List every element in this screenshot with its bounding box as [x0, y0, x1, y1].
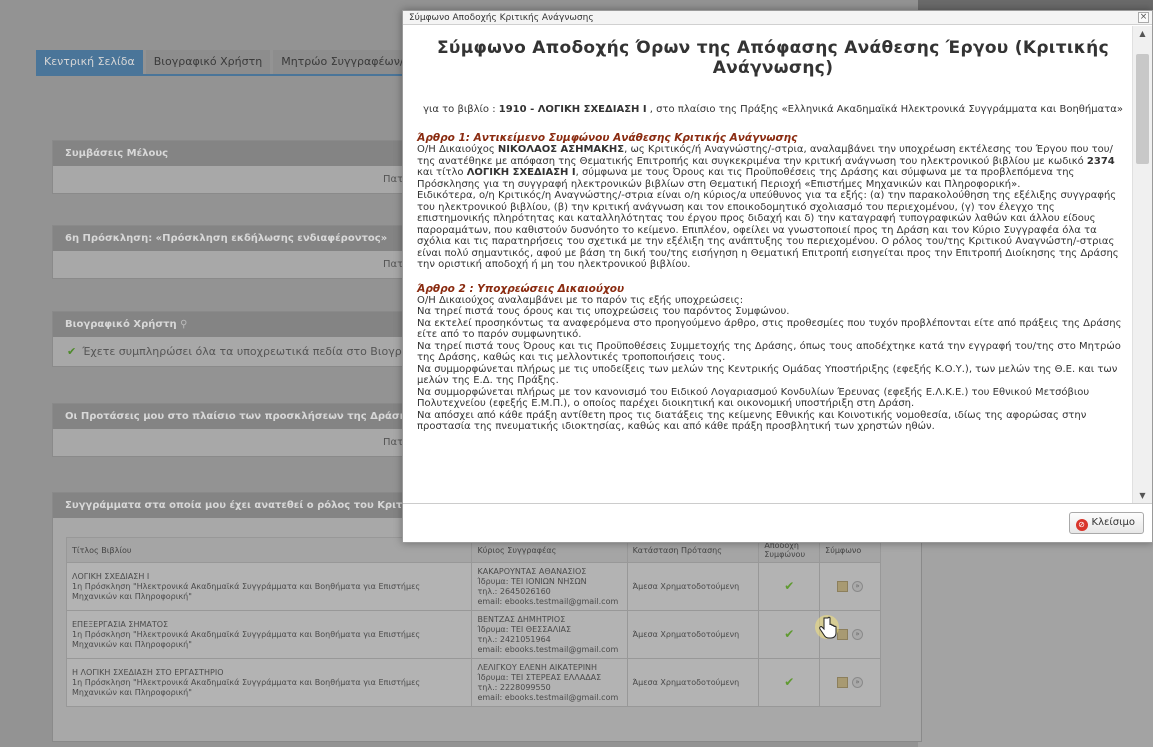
details-icon[interactable]: »: [852, 677, 864, 688]
article-2-text: Ο/Η Δικαιούχος αναλαμβάνει με το παρόν τ…: [417, 294, 1122, 433]
article-1-text: Ο/Η Δικαιούχος ΝΙΚΟΛΑΟΣ ΑΣΗΜΑΚΗΣ, ως Κρι…: [417, 144, 1119, 270]
scroll-down-arrow-icon[interactable]: ▼: [1133, 488, 1152, 504]
tab-home[interactable]: Κεντρική Σελίδα: [36, 50, 143, 74]
dialog-heading: Σύμφωνο Αποδοχής Όρων της Απόφασης Ανάθε…: [437, 38, 1109, 78]
scroll-up-arrow-icon[interactable]: ▲: [1133, 26, 1152, 42]
article-1-title: Άρθρο 1: Αντικείμενο Συμφώνου Ανάθεσης Κ…: [417, 132, 798, 144]
table-row: ΕΠΕΞΕΡΓΑΣΙΑ ΣΗΜΑΤΟΣ 1η Πρόσκληση "Ηλεκτρο…: [65, 610, 881, 659]
dialog-intro: για το βιβλίο : 1910 - ΛΟΓΙΚΗ ΣΧΕΔΙΑΣΗ Ι…: [423, 104, 1123, 115]
panel-body: Έχετε συμπληρώσει όλα τα υποχρεωτικά πεδ…: [82, 345, 402, 358]
table-row: Η ΛΟΓΙΚΗ ΣΧΕΔΙΑΣΗ ΣΤΟ ΕΡΓΑΣΤΗΡΙΟ 1η Πρόσκ…: [65, 658, 881, 707]
agreement-doc-icon[interactable]: [837, 581, 849, 592]
dialog-footer: ⊘ Κλείσιμο: [403, 503, 1152, 542]
close-button[interactable]: ⊘ Κλείσιμο: [1068, 512, 1144, 534]
agreement-doc-icon[interactable]: [837, 677, 849, 688]
dialog-content[interactable]: Σύμφωνο Αποδοχής Όρων της Απόφασης Ανάθε…: [403, 26, 1152, 504]
accepted-check-icon: ✔: [784, 674, 795, 689]
hand-cursor-icon: [815, 615, 839, 639]
accepted-check-icon: ✔: [784, 626, 795, 641]
dialog-titlebar: Σύμφωνο Αποδοχής Κριτικής Ανάγνωσης ×: [403, 11, 1152, 25]
tab-bar: Κεντρική Σελίδα Βιογραφικό Χρήστη Μητρώο…: [36, 50, 415, 74]
scrollbar-thumb[interactable]: [1136, 54, 1149, 164]
details-icon[interactable]: »: [852, 629, 864, 640]
check-icon: ✔: [67, 345, 77, 358]
tab-authors-registry[interactable]: Μητρώο Συγγραφέων/: [273, 50, 412, 74]
dialog-window-title: Σύμφωνο Αποδοχής Κριτικής Ανάγνωσης: [409, 13, 594, 23]
search-icon: ⚲: [180, 319, 188, 330]
dialog-scrollbar[interactable]: ▲ ▼: [1132, 26, 1152, 504]
table-row: ΛΟΓΙΚΗ ΣΧΕΔΙΑΣΗ Ι 1η Πρόσκληση "Ηλεκτρονι…: [65, 562, 881, 611]
article-2-title: Άρθρο 2 : Υποχρεώσεις Δικαιούχου: [417, 282, 625, 295]
dialog-close-x-button[interactable]: ×: [1138, 12, 1149, 23]
tab-user-cv[interactable]: Βιογραφικό Χρήστη: [145, 50, 271, 74]
details-icon[interactable]: »: [852, 581, 864, 592]
accepted-check-icon: ✔: [784, 578, 795, 593]
agreement-dialog: Σύμφωνο Αποδοχής Κριτικής Ανάγνωσης × Σύ…: [402, 10, 1153, 543]
books-table: Τίτλος Βιβλίου Κύριος Συγγραφέας Κατάστα…: [65, 537, 881, 707]
no-entry-icon: ⊘: [1075, 519, 1088, 531]
